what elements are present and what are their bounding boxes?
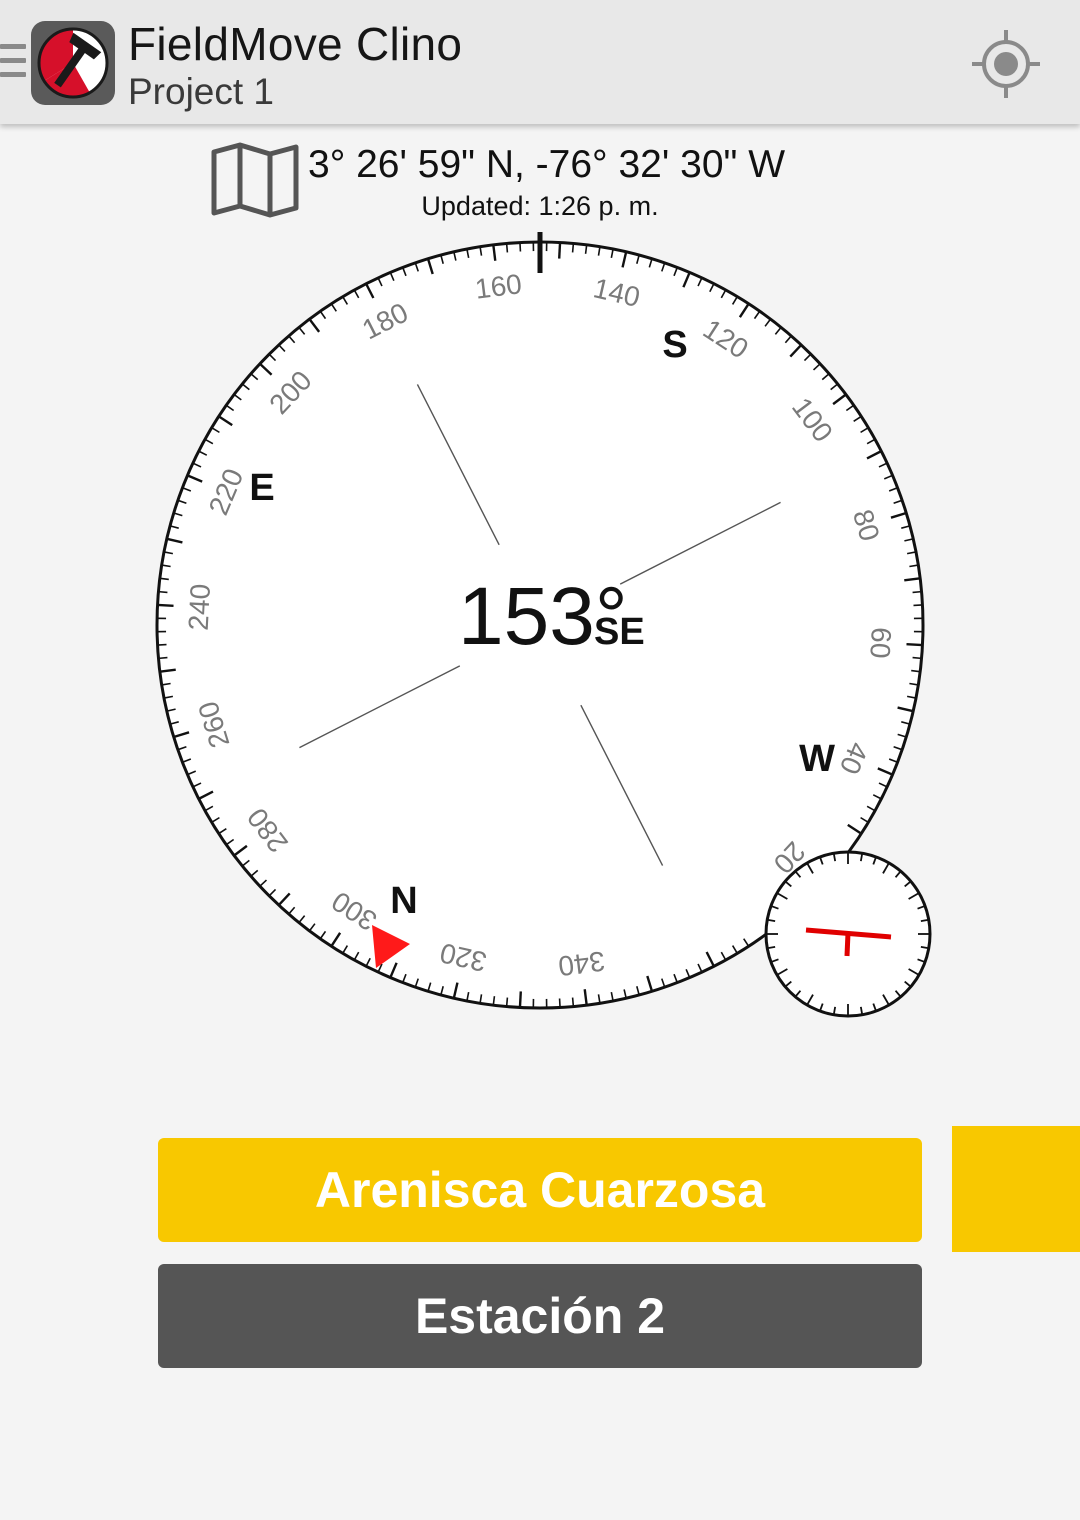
compass-tick xyxy=(505,997,509,1007)
cardinal-e: E xyxy=(249,467,274,509)
compass-tick xyxy=(158,656,168,660)
project-name: Project 1 xyxy=(128,71,275,112)
rock-type-button[interactable]: Arenisca Cuarzosa xyxy=(158,1138,922,1242)
last-updated: Updated: 1:26 p. m. xyxy=(421,191,659,221)
compass-tick xyxy=(911,669,921,673)
compass-tick xyxy=(571,997,575,1007)
compass-number: 240 xyxy=(183,583,216,631)
hamburger-icon[interactable] xyxy=(0,44,28,84)
compass-number: 60 xyxy=(864,626,897,659)
app-logo-icon[interactable] xyxy=(30,20,116,106)
compass-tick xyxy=(912,656,922,660)
compass-tick xyxy=(571,243,575,253)
heading-direction: SE xyxy=(594,611,645,653)
inclinometer[interactable] xyxy=(764,850,932,1018)
compass-tick xyxy=(505,243,509,253)
compass-number: 160 xyxy=(473,268,523,304)
rock-type-button-extension xyxy=(952,1126,1080,1252)
compass-dial: 2040608010012014016018020022024026028030… xyxy=(155,232,932,1018)
compass-tick xyxy=(584,244,588,254)
app-title: FieldMove Clino xyxy=(128,18,463,70)
compass-tick xyxy=(492,996,496,1006)
compass-tick xyxy=(158,590,168,594)
compass-number: 340 xyxy=(556,945,606,981)
compass-tick xyxy=(518,991,522,1008)
compass-tick xyxy=(159,577,169,581)
gps-coordinates: 3° 26' 59" N, -76° 32' 30" W xyxy=(308,143,786,186)
app-bar: FieldMove Clino Project 1 xyxy=(0,0,1080,124)
cardinal-w: W xyxy=(799,738,835,780)
compass-tick xyxy=(558,242,562,259)
cardinal-s: S xyxy=(662,324,687,366)
station-button[interactable]: Estación 2 xyxy=(158,1264,922,1368)
compass-tick xyxy=(157,603,174,607)
compass-tick xyxy=(912,590,922,594)
cardinal-n: N xyxy=(390,880,417,922)
compass-tick xyxy=(906,643,923,647)
crosshair-location-icon[interactable] xyxy=(970,28,1042,100)
